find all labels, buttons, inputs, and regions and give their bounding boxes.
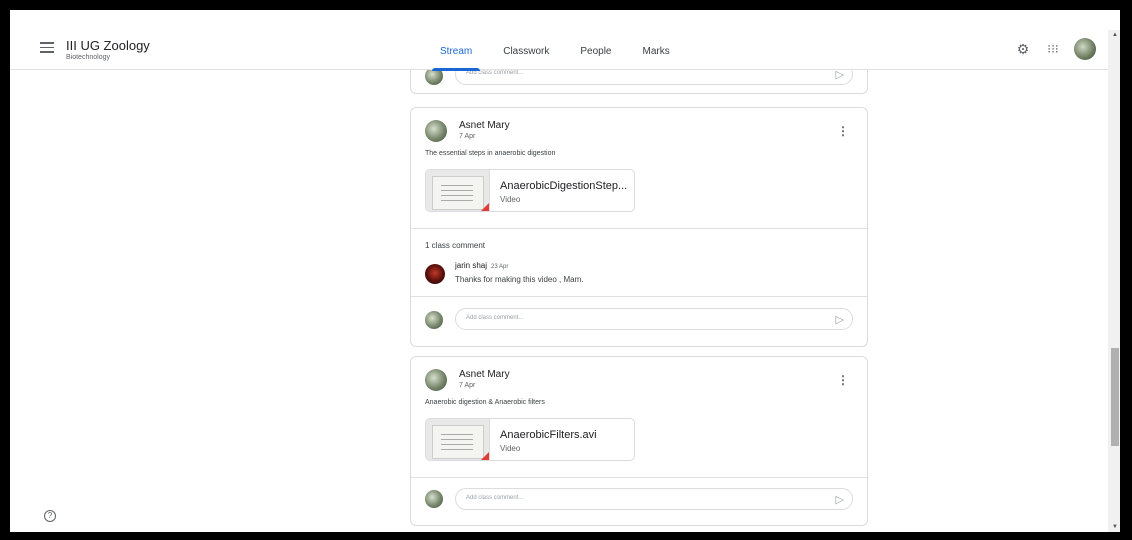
tab-bar: Stream Classwork People Marks	[431, 46, 701, 71]
divider	[411, 477, 867, 478]
attachment-type: Video	[500, 444, 521, 453]
tab-stream[interactable]: Stream	[431, 46, 481, 71]
commenter-avatar	[425, 264, 445, 284]
post-card: Asnet Mary 7 Apr ⋮ Anaerobic digestion &…	[410, 356, 868, 526]
send-icon[interactable]: ▷	[836, 313, 844, 326]
scroll-up-arrow-icon[interactable]: ▲	[1112, 32, 1118, 38]
commenter-avatar	[425, 490, 443, 508]
post-author: Asnet Mary	[459, 369, 510, 380]
post-date: 7 Apr	[459, 382, 476, 389]
post-card: Asnet Mary 7 Apr ⋮ The essential steps i…	[410, 107, 868, 347]
video-thumbnail	[426, 170, 490, 211]
comment-text: Thanks for making this video , Mam.	[455, 275, 584, 284]
post-description: Anaerobic digestion & Anaerobic filters	[425, 399, 545, 406]
comment-author-line: jarin shaj 23 Apr	[455, 261, 508, 270]
comment-placeholder: Add class comment...	[466, 495, 524, 501]
scroll-thumb[interactable]	[1111, 348, 1119, 446]
menu-icon[interactable]	[40, 42, 54, 54]
divider	[411, 228, 867, 229]
post-author: Asnet Mary	[459, 120, 510, 131]
comment-input[interactable]: Add class comment... ▷	[455, 308, 853, 330]
more-options-icon[interactable]: ⋮	[837, 373, 849, 387]
apps-grid-icon[interactable]: ⁝⁝⁝	[1044, 40, 1062, 58]
comment-input[interactable]: Add class comment... ▷	[455, 488, 853, 510]
class-comments-link[interactable]: 1 class comment	[425, 241, 485, 250]
top-app-bar: III UG Zoology Biotechnology Stream Clas…	[10, 10, 1108, 71]
attachment-title: AnaerobicDigestionStep...	[500, 180, 628, 192]
commenter-avatar	[425, 311, 443, 329]
tab-people[interactable]: People	[580, 46, 611, 71]
attachment-type: Video	[500, 195, 521, 204]
comment-date: 23 Apr	[491, 264, 509, 270]
account-avatar[interactable]	[1074, 38, 1096, 60]
gear-icon[interactable]: ⚙	[1014, 40, 1032, 58]
comment-placeholder: Add class comment...	[466, 315, 524, 321]
post-date: 7 Apr	[459, 133, 476, 140]
author-avatar	[425, 120, 447, 142]
more-options-icon[interactable]: ⋮	[837, 124, 849, 138]
attachment-card[interactable]: AnaerobicFilters.avi Video	[425, 418, 635, 461]
scroll-down-arrow-icon[interactable]: ▼	[1112, 524, 1118, 530]
author-avatar	[425, 369, 447, 391]
browser-frame: Add class comment... ▷ Asnet Mary 7 Apr …	[8, 8, 1122, 534]
post-description: The essential steps in anaerobic digesti…	[425, 150, 556, 157]
tab-classwork[interactable]: Classwork	[503, 46, 549, 71]
attachment-title: AnaerobicFilters.avi	[500, 429, 597, 441]
tab-marks[interactable]: Marks	[643, 46, 670, 71]
comment-author: jarin shaj	[455, 261, 488, 270]
video-thumbnail	[426, 419, 490, 460]
attachment-card[interactable]: AnaerobicDigestionStep... Video	[425, 169, 635, 212]
divider	[411, 296, 867, 297]
help-icon[interactable]: ?	[44, 510, 56, 522]
scrollbar[interactable]: ▲ ▼	[1108, 30, 1120, 532]
class-section: Biotechnology	[66, 54, 110, 61]
class-title[interactable]: III UG Zoology	[66, 38, 150, 53]
send-icon[interactable]: ▷	[836, 493, 844, 506]
